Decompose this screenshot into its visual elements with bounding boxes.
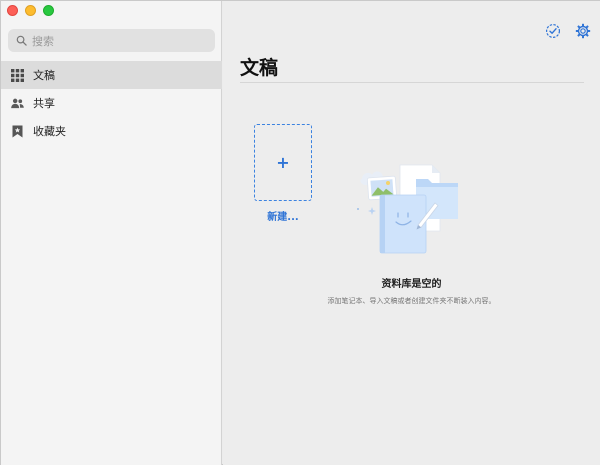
grid-icon (10, 68, 24, 82)
sidebar-nav: 文稿 共享 收藏夹 (1, 61, 222, 145)
search-placeholder: 搜索 (32, 34, 54, 48)
new-document-button[interactable]: + (254, 124, 312, 201)
window-controls (7, 5, 54, 16)
bookmark-icon (10, 124, 24, 138)
minimize-window-button[interactable] (25, 5, 36, 16)
new-document-label[interactable]: 新建... (253, 208, 313, 223)
sidebar: 搜索 文稿 共享 收藏夹 (1, 1, 222, 465)
select-check-icon[interactable] (545, 23, 561, 39)
close-window-button[interactable] (7, 5, 18, 16)
sidebar-item-label: 共享 (33, 97, 55, 110)
plus-icon: + (276, 152, 290, 172)
app-window: 搜索 文稿 共享 收藏夹 文稿 + 新建... 资料库是空的 添加笔记本、导入文… (0, 0, 600, 465)
gear-icon[interactable] (575, 23, 591, 39)
search-icon (16, 31, 27, 50)
empty-state-subtitle: 添加笔记本、导入文稿或者创建文件夹不断装入内容。 (327, 297, 496, 305)
title-divider (240, 82, 584, 83)
sidebar-item-shared[interactable]: 共享 (1, 89, 222, 117)
sidebar-item-documents[interactable]: 文稿 (1, 61, 222, 89)
page-title: 文稿 (240, 57, 279, 79)
empty-library-illustration (354, 159, 474, 259)
empty-state-title: 资料库是空的 (381, 279, 442, 290)
sidebar-item-label: 文稿 (33, 69, 55, 82)
sidebar-item-label: 收藏夹 (33, 125, 66, 138)
main-panel: 文稿 + 新建... 资料库是空的 添加笔记本、导入文稿或者创建文件夹不断装入内… (223, 1, 600, 465)
people-icon (10, 96, 24, 110)
sidebar-item-favorites[interactable]: 收藏夹 (1, 117, 222, 145)
zoom-window-button[interactable] (43, 5, 54, 16)
search-input[interactable]: 搜索 (8, 29, 215, 52)
